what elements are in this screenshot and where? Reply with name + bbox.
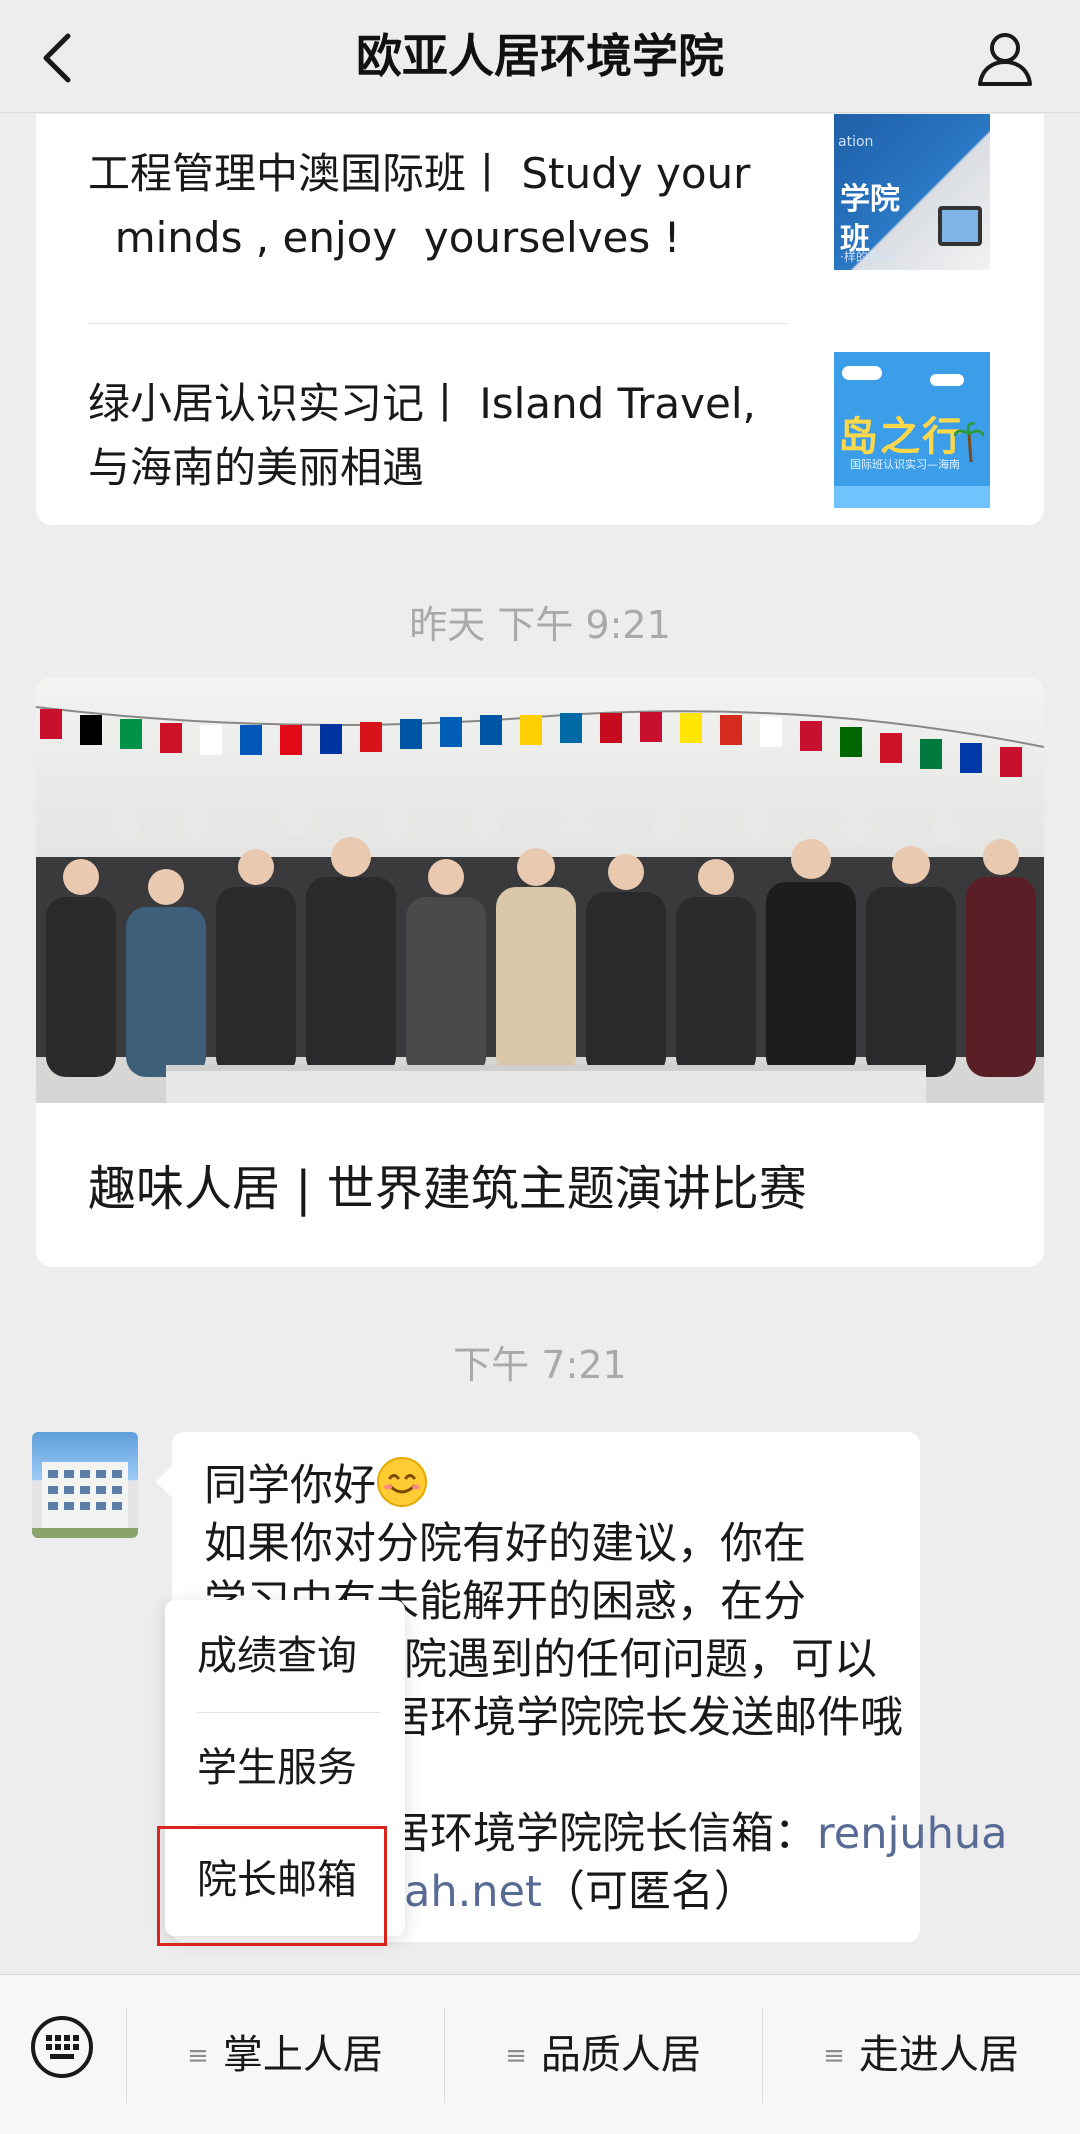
timestamp: 下午 7:21 bbox=[453, 1343, 627, 1387]
message-line: 同学你好 bbox=[204, 1456, 904, 1515]
profile-button[interactable] bbox=[970, 24, 1040, 94]
thumbnail-text: ation bbox=[838, 134, 874, 150]
article-title-line: 工程管理中澳国际班丨 Study your bbox=[88, 149, 751, 198]
building-image bbox=[32, 1462, 138, 1538]
article-title: 绿小居认识实习记丨 Island Travel, 与海南的美丽相遇 bbox=[88, 372, 788, 500]
timestamp: 昨天 下午 9:21 bbox=[409, 603, 671, 647]
menu-button-label: 走进人居 bbox=[858, 2032, 1019, 2078]
article-title-line: 与海南的美丽相遇 bbox=[88, 443, 425, 492]
bottom-menu-bar: ≡ 掌上人居 ≡ 品质人居 ≡ 走进人居 bbox=[0, 1974, 1080, 2134]
message-line-text: 人居环境学院院长信箱： bbox=[344, 1809, 817, 1859]
menu-icon: ≡ bbox=[187, 2041, 209, 2071]
greeting-text: 同学你好 bbox=[204, 1461, 376, 1511]
menu-button-label: 掌上人居 bbox=[222, 2032, 383, 2078]
menu-button-explore[interactable]: ≡ 走进人居 bbox=[762, 1975, 1080, 2134]
article-list-card: 工程管理中澳国际班丨 Study your minds , enjoy your… bbox=[36, 114, 1044, 525]
smile-emoji-icon bbox=[377, 1457, 427, 1507]
email-link[interactable]: renjuhua bbox=[817, 1809, 1008, 1859]
highlight-box bbox=[157, 1826, 387, 1946]
page-title: 欧亚人居环境学院 bbox=[356, 29, 724, 83]
group-photo-illustration bbox=[36, 706, 1044, 1103]
group-photo bbox=[36, 677, 1044, 1103]
thumbnail-text: ·样的体验。 bbox=[840, 250, 904, 264]
email-link[interactable]: ah.net bbox=[404, 1867, 542, 1917]
message-line-text: 院遇到的任何问题，可以 bbox=[404, 1635, 877, 1685]
message-line-text: 人居环境学院院长发送邮件哦 bbox=[344, 1693, 903, 1743]
popup-menu: 成绩查询 学生服务 院长邮箱 bbox=[157, 1600, 405, 1946]
menu-item-student-services[interactable]: 学生服务 bbox=[165, 1712, 405, 1824]
desks bbox=[166, 1065, 926, 1103]
article-title-line: 绿小居认识实习记丨 Island Travel, bbox=[88, 379, 756, 428]
feature-article-title: 趣味人居 | 世界建筑主题演讲比赛 bbox=[88, 1161, 807, 1217]
monitor-icon bbox=[938, 206, 982, 246]
article-title: 工程管理中澳国际班丨 Study your minds , enjoy your… bbox=[88, 142, 788, 270]
wave-shape bbox=[834, 486, 990, 508]
students-group bbox=[36, 807, 1044, 1077]
menu-button-handheld[interactable]: ≡ 掌上人居 bbox=[126, 1975, 444, 2134]
account-avatar[interactable] bbox=[32, 1432, 138, 1538]
menu-button-label: 品质人居 bbox=[540, 2032, 701, 2078]
menu-item-grades[interactable]: 成绩查询 bbox=[165, 1600, 405, 1712]
thumbnail-text: 国际班认识实习—海南 bbox=[850, 458, 960, 471]
palm-tree-icon bbox=[954, 422, 984, 462]
thumbnail-text: 岛之行 bbox=[838, 414, 964, 460]
menu-icon: ≡ bbox=[823, 2041, 845, 2071]
person-icon bbox=[978, 33, 1032, 86]
back-button[interactable] bbox=[30, 22, 90, 92]
message-line: 如果你对分院有好的建议，你在 bbox=[204, 1519, 806, 1569]
menu-icon: ≡ bbox=[505, 2041, 527, 2071]
feature-article-card[interactable]: 趣味人居 | 世界建筑主题演讲比赛 bbox=[36, 677, 1044, 1267]
keyboard-icon bbox=[31, 2016, 93, 2078]
article-item-intl-class[interactable]: 工程管理中澳国际班丨 Study your minds , enjoy your… bbox=[88, 114, 788, 324]
nav-bar: 欧亚人居环境学院 bbox=[0, 0, 1080, 113]
message-line-text: （可匿名） bbox=[541, 1867, 757, 1917]
flag-bunting bbox=[36, 706, 1044, 777]
thumbnail-text: 学院 bbox=[840, 182, 900, 217]
article-title-line: minds , enjoy yourselves ! bbox=[88, 213, 681, 262]
keyboard-toggle-button[interactable] bbox=[30, 2015, 94, 2079]
menu-button-quality[interactable]: ≡ 品质人居 bbox=[444, 1975, 762, 2134]
article-thumbnail[interactable]: ation 学院 班 ·样的体验。 bbox=[834, 114, 990, 270]
chevron-left-icon bbox=[43, 33, 71, 83]
article-thumbnail[interactable]: 岛之行 国际班认识实习—海南 bbox=[834, 352, 990, 508]
